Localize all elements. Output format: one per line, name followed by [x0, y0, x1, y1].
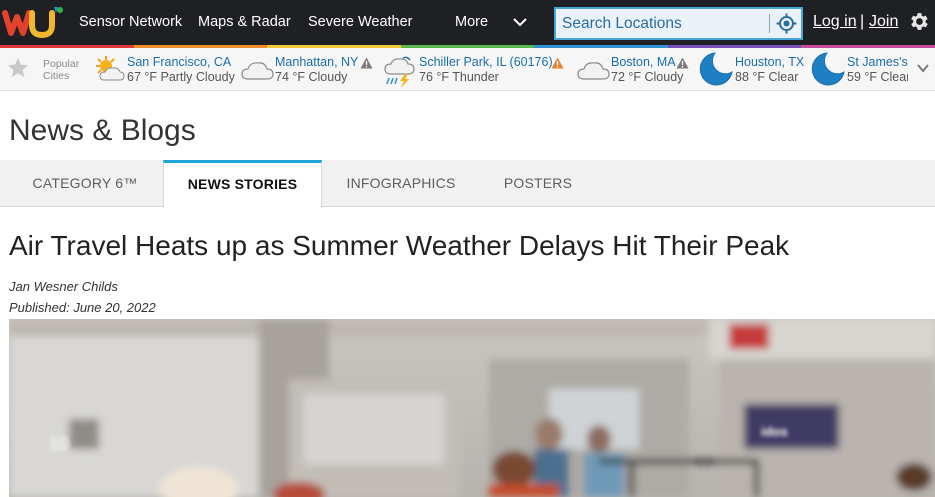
popular-label-line2: Cities [43, 70, 70, 82]
article-author: Jan Wesner Childs [9, 279, 118, 294]
popular-cities-label: Popular Cities [43, 58, 79, 82]
city-conditions: 72 °F Cloudy [611, 70, 684, 84]
city-name: St James's [847, 55, 908, 69]
tab-posters[interactable]: POSTERS [480, 160, 596, 207]
top-navigation-bar: Sensor Network Maps & Radar Severe Weath… [0, 0, 935, 48]
city-name: Houston, TX [735, 55, 805, 69]
alert-icon[interactable] [551, 57, 564, 69]
star-icon[interactable] [6, 56, 30, 80]
city-name: San Francisco, CA [127, 55, 232, 69]
alert-icon[interactable] [360, 57, 373, 69]
chevron-down-icon[interactable] [513, 17, 527, 27]
city-name: Boston, MA [611, 55, 676, 69]
city-name: Schiller Park, IL (60176) [419, 55, 553, 69]
city-name: Manhattan, NY [275, 55, 359, 69]
article-headline[interactable]: Air Travel Heats up as Summer Weather De… [9, 230, 789, 262]
nav-link-severe-weather[interactable]: Severe Weather [308, 14, 413, 30]
wu-logo[interactable] [2, 3, 64, 41]
search-input[interactable] [562, 14, 762, 34]
auth-separator: | [860, 13, 865, 30]
article-publish-date: Published: June 20, 2022 [9, 300, 156, 315]
nav-link-maps-radar[interactable]: Maps & Radar [198, 14, 291, 30]
nav-link-more[interactable]: More [455, 14, 488, 30]
thunderstorm-icon [384, 56, 415, 88]
page-title: News & Blogs [9, 114, 196, 147]
airport-photo: 10 idos [9, 319, 935, 497]
moon-clear-icon [699, 52, 733, 86]
search-divider [769, 14, 770, 33]
section-tabs: CATEGORY 6™ NEWS STORIES INFOGRAPHICS PO… [0, 160, 935, 208]
cloudy-icon [241, 62, 274, 80]
alert-icon[interactable] [676, 57, 689, 69]
locate-icon[interactable] [776, 13, 797, 34]
tab-news-stories[interactable]: NEWS STORIES [163, 160, 322, 208]
gear-icon[interactable] [907, 10, 930, 33]
city-conditions: 88 °F Clear [735, 70, 799, 84]
city-conditions: 67 °F Partly Cloudy [127, 70, 235, 84]
tab-category-6[interactable]: CATEGORY 6™ [0, 160, 170, 207]
city-conditions: 74 °F Cloudy [275, 70, 348, 84]
city-conditions: 59 °F Clear [847, 70, 911, 84]
login-link[interactable]: Log in [813, 13, 857, 31]
nav-link-sensor-network[interactable]: Sensor Network [79, 14, 182, 30]
search-box [554, 7, 803, 40]
article-hero-image: 10 idos [9, 319, 935, 497]
city-conditions: 76 °F Thunder [419, 70, 499, 84]
chevron-down-icon[interactable] [917, 63, 929, 73]
popular-label-line1: Popular [43, 58, 80, 70]
moon-clear-icon [811, 52, 845, 86]
popular-cities-bar: Popular Cities San Francisco, CA 67 °F P… [0, 48, 935, 91]
partly-cloudy-icon [96, 56, 125, 81]
tab-infographics[interactable]: INFOGRAPHICS [322, 160, 480, 207]
photo-sign-text: idos [761, 424, 788, 439]
cloudy-icon [577, 62, 610, 80]
join-link[interactable]: Join [869, 13, 898, 31]
photo-gate-number: 10 [49, 434, 69, 454]
